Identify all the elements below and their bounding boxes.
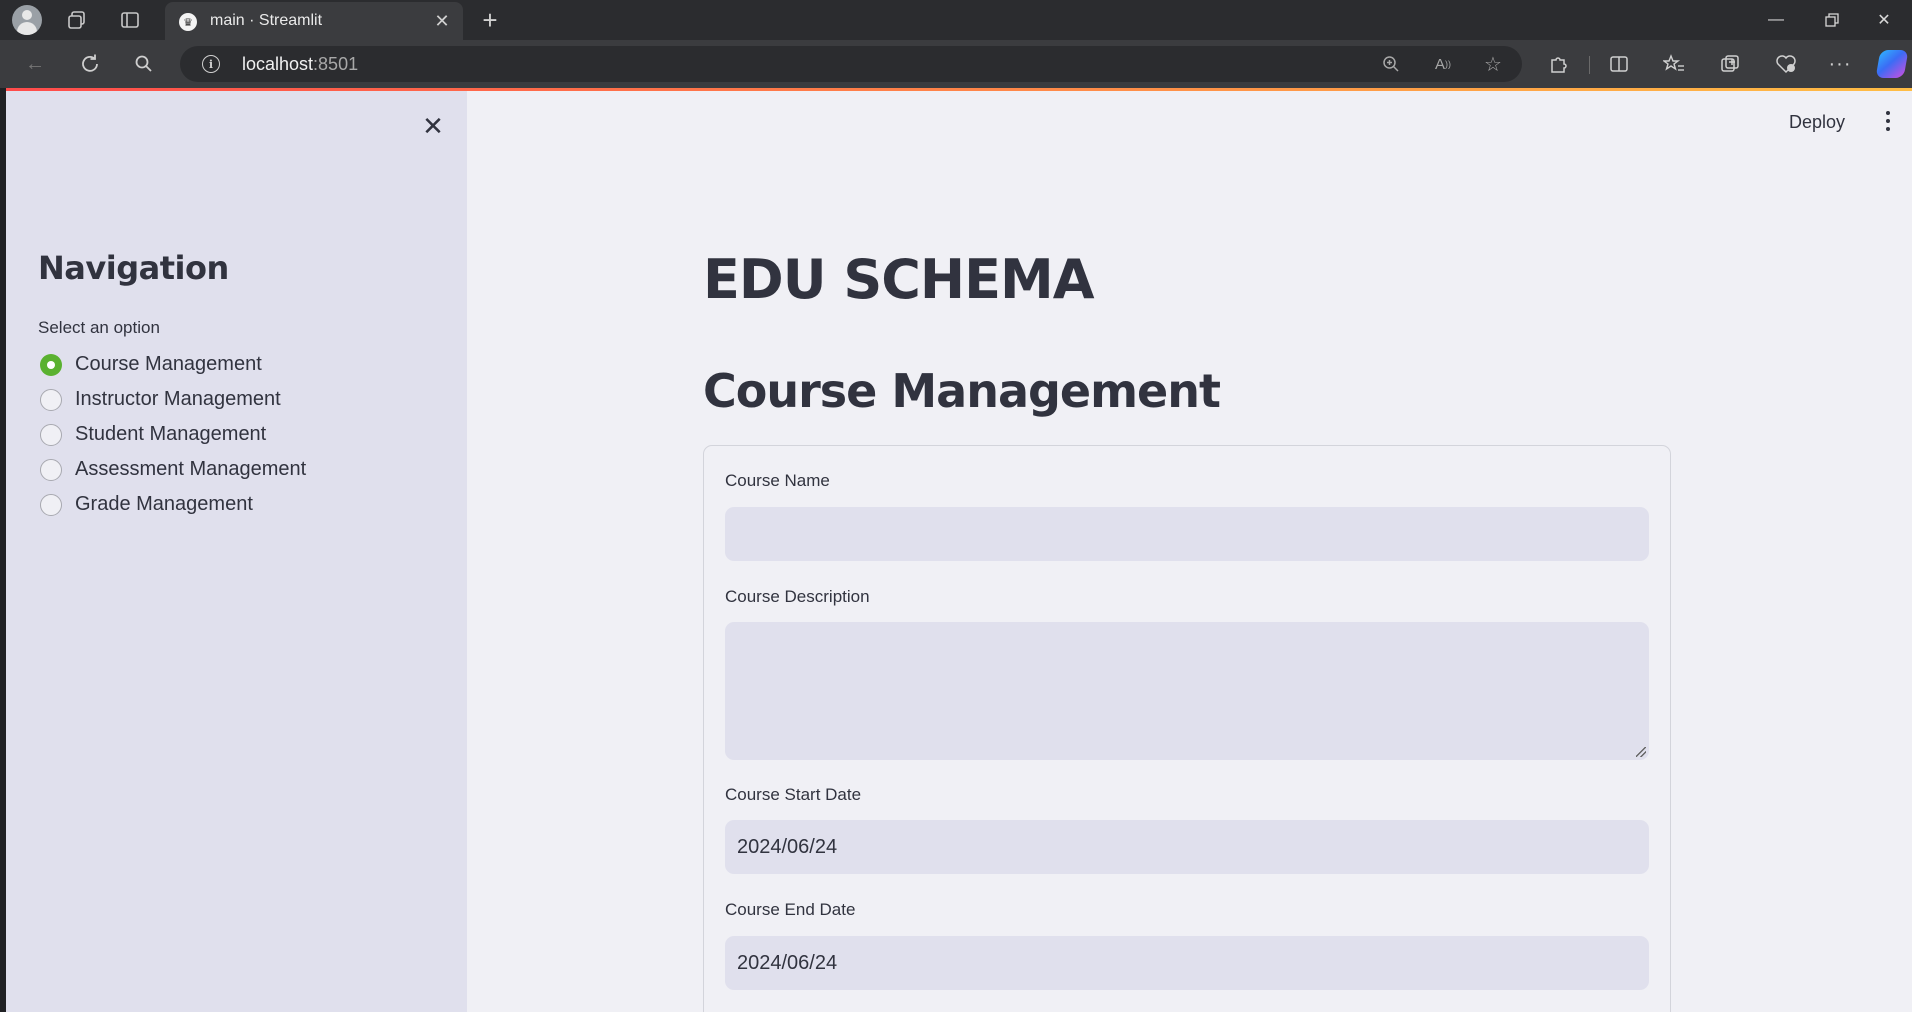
radio-selected-icon[interactable] [40, 353, 62, 376]
search-icon[interactable] [129, 49, 159, 79]
radio-unselected-icon[interactable] [40, 423, 62, 446]
browser-toolbar: ← i localhost:8501 A)) ☆ ··· [0, 40, 1912, 88]
radio-option-label: Grade Management [75, 493, 253, 515]
radio-option-label: Course Management [75, 353, 262, 375]
restore-icon[interactable] [1804, 0, 1860, 40]
sidebar-close-icon[interactable]: ✕ [418, 111, 448, 141]
sidebar: ✕ Navigation Select an option Course Man… [6, 91, 467, 1012]
active-browser-tab[interactable]: ♛ main · Streamlit ✕ [165, 2, 463, 40]
course-form: Course Name Course Description Course St… [703, 445, 1671, 1012]
url-text: localhost:8501 [242, 54, 359, 74]
browser-essentials-icon[interactable] [1771, 49, 1801, 79]
copilot-icon[interactable] [1875, 50, 1909, 78]
radio-unselected-icon[interactable] [40, 388, 62, 411]
tab-actions-icon[interactable] [115, 5, 145, 35]
course-end-date-label: Course End Date [725, 900, 856, 919]
radio-group-label: Select an option [38, 318, 160, 337]
app-title: EDU SCHEMA [703, 248, 1094, 311]
profile-avatar-icon[interactable] [12, 5, 42, 35]
deploy-button[interactable]: Deploy [1783, 108, 1851, 137]
new-tab-icon[interactable]: + [475, 5, 505, 35]
main-content: EDU SCHEMA Course Management Course Name… [703, 88, 1678, 1012]
split-screen-icon[interactable] [1604, 49, 1634, 79]
radio-option-assessment-management[interactable]: Assessment Management [40, 452, 306, 487]
radio-option-instructor-management[interactable]: Instructor Management [40, 382, 306, 417]
radio-option-course-management[interactable]: Course Management [40, 347, 306, 382]
course-start-date-label: Course Start Date [725, 785, 862, 804]
course-name-input[interactable] [725, 507, 1649, 561]
course-start-date-input[interactable]: 2024/06/24 [725, 820, 1649, 874]
course-name-label: Course Name [725, 471, 830, 490]
address-bar[interactable]: i localhost:8501 A)) ☆ [180, 46, 1522, 82]
resize-grip-icon[interactable] [1636, 747, 1646, 757]
toolbar-separator [1589, 56, 1590, 74]
extensions-icon[interactable] [1543, 49, 1573, 79]
back-arrow-icon[interactable]: ← [20, 49, 50, 79]
tab-close-icon[interactable]: ✕ [429, 8, 455, 34]
navigation-radio-group: Course Management Instructor Management … [40, 347, 306, 522]
radio-unselected-icon[interactable] [40, 458, 62, 481]
read-aloud-icon[interactable]: A)) [1430, 51, 1456, 77]
more-options-icon[interactable]: ··· [1825, 49, 1855, 79]
main-menu-icon[interactable] [1876, 106, 1900, 136]
radio-option-student-management[interactable]: Student Management [40, 417, 306, 452]
radio-option-label: Instructor Management [75, 388, 281, 410]
radio-option-grade-management[interactable]: Grade Management [40, 487, 306, 522]
app-viewport: ✕ Navigation Select an option Course Man… [6, 88, 1912, 1012]
zoom-icon[interactable] [1378, 51, 1404, 77]
course-end-date-input[interactable]: 2024/06/24 [725, 936, 1649, 990]
sidebar-title: Navigation [38, 249, 229, 287]
section-title: Course Management [703, 364, 1221, 418]
radio-option-label: Assessment Management [75, 458, 307, 480]
streamlit-favicon-icon: ♛ [179, 13, 197, 31]
window-close-icon[interactable]: ✕ [1856, 0, 1912, 40]
favorite-star-icon[interactable]: ☆ [1480, 51, 1506, 77]
collections-icon[interactable] [1715, 49, 1745, 79]
site-info-icon[interactable]: i [202, 55, 220, 73]
favorites-icon[interactable] [1659, 49, 1689, 79]
radio-unselected-icon[interactable] [40, 493, 62, 516]
browser-tab-bar: ♛ main · Streamlit ✕ + — ✕ [0, 0, 1912, 40]
minimize-icon[interactable]: — [1748, 0, 1804, 40]
reload-icon[interactable] [75, 49, 105, 79]
workspaces-icon[interactable] [62, 5, 92, 35]
course-description-label: Course Description [725, 587, 870, 606]
course-description-textarea[interactable] [725, 622, 1649, 760]
tab-title: main · Streamlit [210, 12, 323, 29]
radio-option-label: Student Management [75, 423, 267, 445]
